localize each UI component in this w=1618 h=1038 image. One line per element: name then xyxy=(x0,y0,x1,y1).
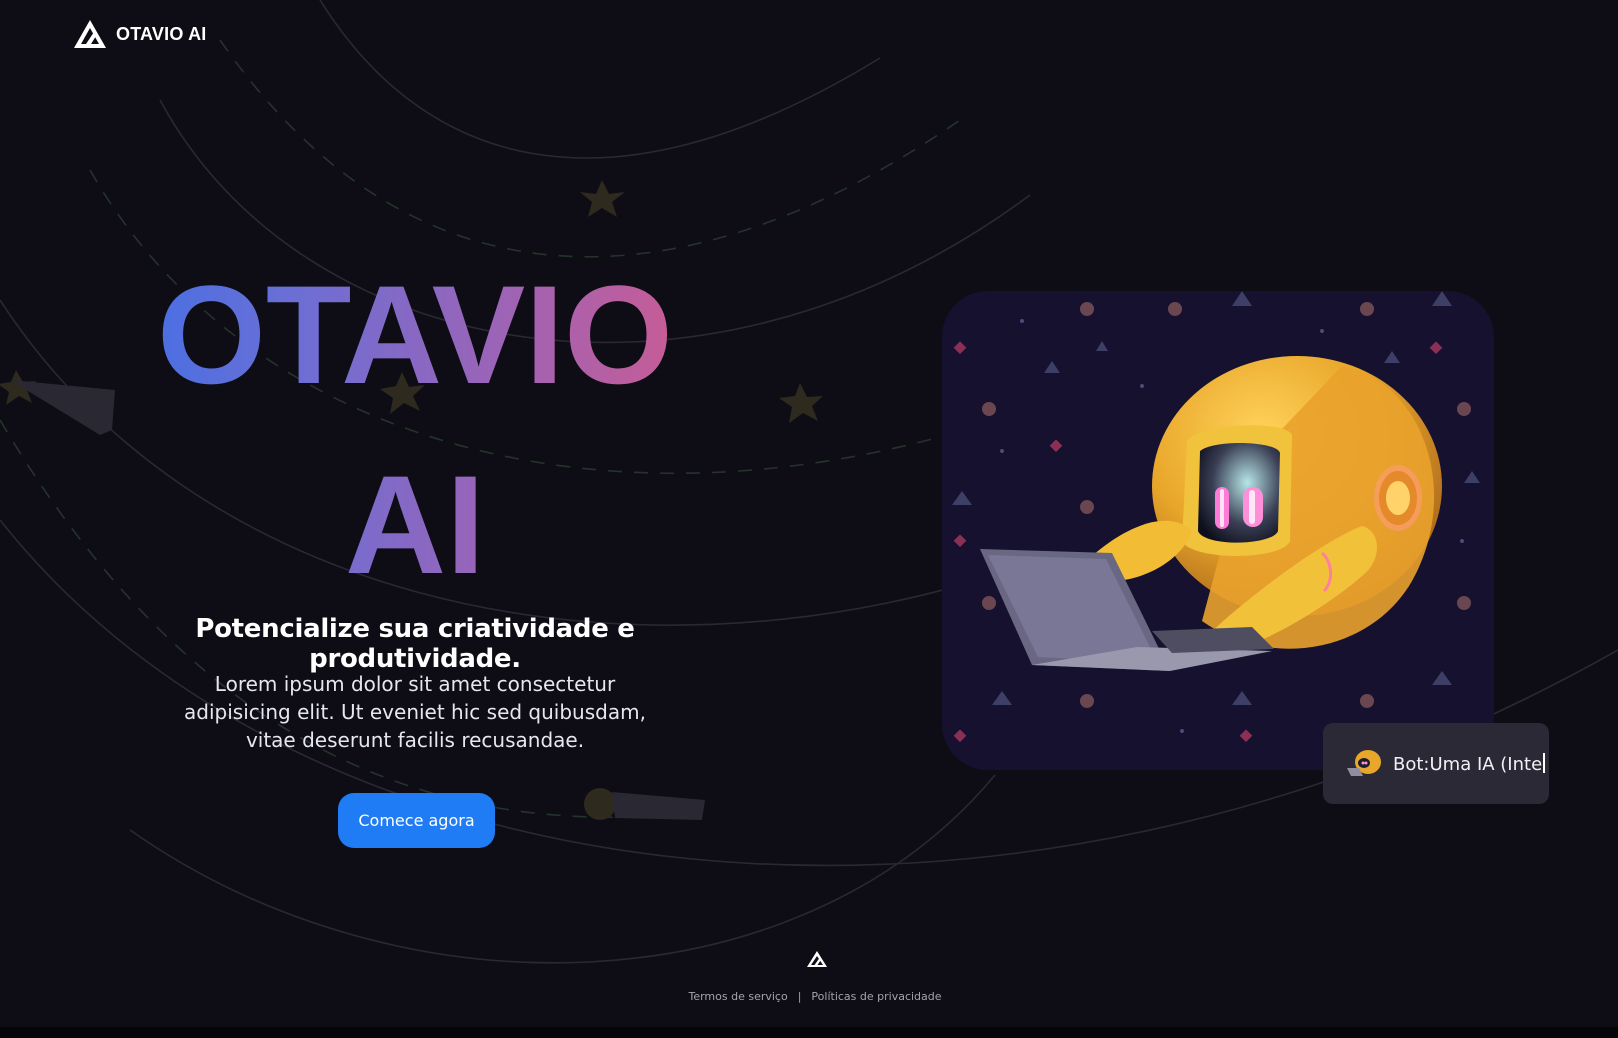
triangle-logo-icon xyxy=(74,20,106,48)
robot-avatar-icon xyxy=(1347,749,1381,776)
brand-logo[interactable]: OTAVIO AI xyxy=(72,18,206,50)
hero-title: OTAVIO AI xyxy=(100,240,730,620)
robot-illustration xyxy=(942,291,1494,770)
chat-message-text: Bot:Uma IA (Inte xyxy=(1393,753,1543,775)
bottom-bar xyxy=(0,1027,1618,1038)
hero-title-line2: AI xyxy=(345,446,485,603)
chat-message: Bot:Uma IA (Inte xyxy=(1393,752,1546,775)
footer-logo-icon[interactable] xyxy=(806,950,828,968)
start-now-button[interactable]: Comece agora xyxy=(338,793,495,848)
footer-separator: | xyxy=(797,990,802,1003)
privacy-link[interactable]: Políticas de privacidade xyxy=(811,990,941,1003)
brand-name: OTAVIO AI xyxy=(116,23,207,44)
terms-link[interactable]: Termos de serviço xyxy=(688,990,787,1003)
chat-bubble: Bot:Uma IA (Inte xyxy=(1323,723,1549,804)
hero-description: Lorem ipsum dolor sit amet consectetur a… xyxy=(184,672,646,752)
text-cursor xyxy=(1543,752,1546,773)
hero-subtitle: Potencialize sua criatividade e produtiv… xyxy=(195,614,635,674)
footer-links: Termos de serviço | Políticas de privaci… xyxy=(680,990,950,1003)
hero-title-line1: OTAVIO xyxy=(157,256,673,413)
